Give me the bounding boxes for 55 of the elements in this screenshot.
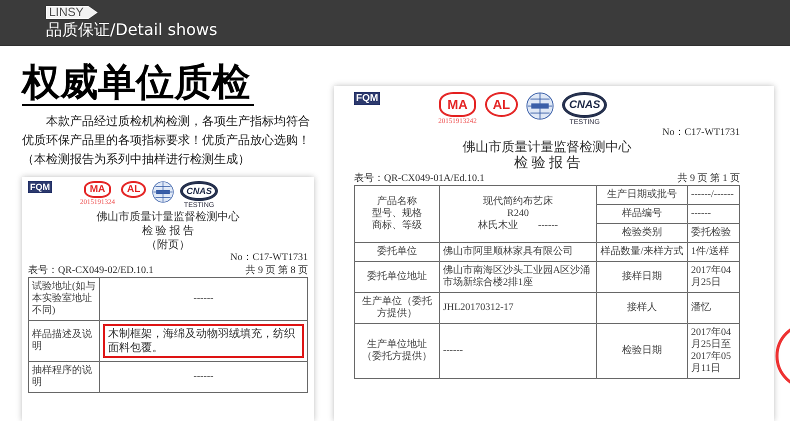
report-title: 检 验 报 告 [140, 224, 196, 238]
cma-logo: MA [84, 181, 112, 198]
fqm-logo: FQM [354, 92, 380, 105]
highlighted-description: 木制框架，海绵及动物羽绒填充，纺织面料包覆。 [103, 324, 304, 358]
table-cell: ------/------ [688, 186, 740, 204]
fqm-logo: FQM [28, 181, 52, 193]
table-cell: 1件/送样 [688, 242, 740, 262]
report-organization: 佛山市质量计量监督检测中心 [462, 139, 632, 155]
cma-logo: MA [439, 92, 476, 117]
cell-value: ------ [192, 293, 214, 305]
table-cell: 佛山市阿里顺林家具有限公司 [440, 242, 596, 262]
table-cell: 接样人 [596, 292, 688, 324]
section-title: 品质保证/Detail shows [46, 20, 218, 40]
report-number: No：C17-WT1731 [230, 252, 308, 264]
table-cell: 抽样程序的说明 [28, 362, 100, 392]
heading: 权威单位质检 [22, 60, 254, 106]
table-cell: 产品名称 型号、规格 商标、等级 [354, 186, 440, 242]
table-cell: 样品编号 [596, 204, 688, 224]
cnas-logo: CNAS [180, 181, 218, 201]
cell-value: ------ [192, 371, 214, 383]
page-count: 共 9 页 第 1 页 [678, 172, 740, 185]
table-cell: 生产日期或批号 [596, 186, 688, 204]
cal-logo: AL [484, 92, 518, 117]
table-cell: 委托单位地址 [354, 262, 440, 292]
page-count: 共 9 页 第 8 页 [246, 264, 308, 277]
table-cell: 2017年04月25日 [688, 262, 740, 292]
table-cell: 试验地址(如与本实验室地址不同) [28, 278, 100, 320]
table-cell: 样品描述及说明 [28, 320, 100, 362]
brand-tag: LINSY [46, 6, 98, 19]
form-number: 表号：QR-CX049-02/ED.10.1 [28, 264, 154, 277]
globe-seal-icon [526, 92, 554, 120]
table-cell: 接样日期 [596, 262, 688, 292]
table-cell: 生产单位地址（委托方提供） [354, 324, 440, 378]
report-number: No：C17-WT1731 [662, 127, 740, 139]
table-cell: JHL20170312-17 [440, 292, 596, 324]
table-cell: 委托检验 [688, 224, 740, 242]
report-organization: 佛山市质量计量监督检测中心 [96, 210, 240, 224]
table-cell: 检验类别 [596, 224, 688, 242]
report-subtitle: （附页） [145, 238, 191, 252]
table-cell: 现代简约布艺床 R240 林氏木业 ------ [440, 186, 596, 242]
table-cell: 生产单位（委托方提供） [354, 292, 440, 324]
table-cell: 佛山市南海区沙头工业园A区沙涌市场新综合楼2排1座 [440, 262, 596, 292]
cal-logo: AL [121, 181, 146, 198]
cnas-logo: CNAS [562, 92, 608, 118]
table-cell: 委托单位 [354, 242, 440, 262]
table-cell: ------ [688, 204, 740, 224]
table-cell: 2017年04月25日至2017年05月11日 [688, 324, 740, 378]
table-cell: 检验日期 [596, 324, 688, 378]
form-number: 表号：QR-CX049-01A/Ed.10.1 [354, 172, 485, 185]
intro-paragraph: 本款产品经过质检机构检测，各项生产指标均符合优质环保产品里的各项指标要求！优质产品放心选购！（本检测报告为系列中抽样进行检测生成） [22, 113, 311, 168]
globe-seal-icon [152, 181, 174, 203]
table-cell: ------ [440, 324, 596, 378]
report-title: 检 验 报 告 [512, 155, 582, 172]
table-cell: 样品数量/来样方式 [596, 242, 688, 262]
table-cell: 潘忆 [688, 292, 740, 324]
